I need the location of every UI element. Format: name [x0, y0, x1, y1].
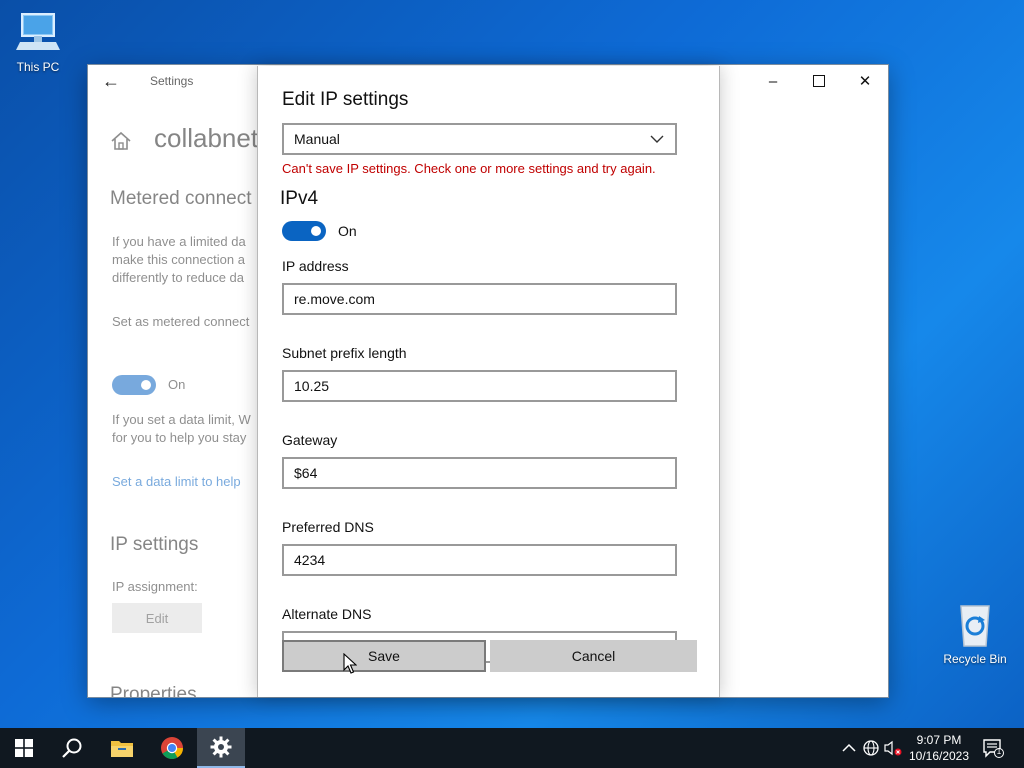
cancel-button[interactable]: Cancel — [490, 640, 697, 672]
ip-mode-dropdown[interactable]: Manual — [282, 123, 677, 155]
maximize-icon — [813, 75, 825, 87]
properties-heading: Properties — [110, 684, 197, 697]
recycle-bin-label: Recycle Bin — [943, 652, 1007, 666]
preferred-dns-input[interactable] — [282, 544, 677, 576]
set-metered-label: Set as metered connect — [112, 314, 250, 329]
metered-text-line: If you have a limited da — [112, 234, 246, 249]
minimize-button[interactable]: – — [750, 65, 796, 97]
save-button[interactable]: Save — [282, 640, 486, 672]
error-message: Can't save IP settings. Check one or mor… — [282, 161, 656, 176]
network-globe-icon[interactable] — [862, 740, 880, 756]
clock-date: 10/16/2023 — [908, 749, 970, 763]
ipv4-heading: IPv4 — [280, 188, 319, 209]
gateway-input[interactable] — [282, 457, 677, 489]
edit-ip-settings-dialog: Edit IP settings Manual Can't save IP se… — [257, 66, 720, 697]
back-arrow-icon[interactable]: ← — [102, 71, 122, 91]
ip-mode-selected: Manual — [294, 131, 340, 147]
chevron-down-icon — [650, 135, 664, 143]
ipv4-toggle[interactable] — [282, 221, 326, 241]
gear-icon — [210, 736, 232, 758]
alternate-dns-label: Alternate DNS — [282, 606, 372, 622]
preferred-dns-label: Preferred DNS — [282, 519, 374, 535]
folder-icon — [111, 741, 133, 757]
chevron-up-icon[interactable] — [840, 740, 858, 756]
maximize-button[interactable] — [796, 65, 842, 97]
ip-assignment-label: IP assignment: — [112, 579, 198, 594]
start-button[interactable] — [0, 728, 48, 768]
ip-address-input[interactable] — [282, 283, 677, 315]
settings-taskbar-button[interactable] — [197, 728, 245, 768]
close-button[interactable]: ✕ — [842, 65, 888, 97]
windows-logo-icon — [15, 739, 33, 757]
notification-count: 1 — [996, 747, 1002, 756]
dialog-title: Edit IP settings — [282, 89, 409, 110]
action-center-button[interactable]: 1 — [982, 738, 1004, 758]
mouse-cursor-icon — [343, 653, 357, 674]
page-heading: collabnet — [154, 123, 259, 153]
data-limit-link[interactable]: Set a data limit to help — [112, 474, 241, 489]
this-pc-label: This PC — [16, 60, 60, 74]
metered-toggle-label: On — [168, 377, 186, 392]
gateway-label: Gateway — [282, 432, 338, 448]
window-title: Settings — [150, 74, 194, 88]
metered-toggle[interactable] — [112, 375, 156, 395]
chrome-button[interactable] — [148, 728, 196, 768]
computer-icon — [14, 8, 62, 56]
ipv4-toggle-label: On — [338, 223, 357, 239]
ip-address-label: IP address — [282, 258, 349, 274]
recycle-bin-desktop-icon[interactable]: Recycle Bin — [939, 600, 1011, 666]
edit-button[interactable]: Edit — [112, 603, 202, 633]
taskbar: 9:07 PM 10/16/2023 1 — [0, 728, 1024, 768]
data-limit-text-line: for you to help you stay — [112, 430, 247, 445]
system-clock[interactable]: 9:07 PM 10/16/2023 — [906, 732, 972, 764]
this-pc-desktop-icon[interactable]: This PC — [2, 8, 74, 74]
metered-text-line: differently to reduce da — [112, 270, 245, 285]
subnet-prefix-input[interactable] — [282, 370, 677, 402]
clock-time: 9:07 PM — [916, 733, 962, 747]
search-icon — [62, 738, 82, 758]
chrome-icon — [161, 737, 183, 759]
search-button[interactable] — [48, 728, 96, 768]
metered-connection-heading: Metered connect — [110, 188, 252, 209]
volume-muted-icon[interactable] — [884, 740, 902, 756]
data-limit-text-line: If you set a data limit, W — [112, 412, 251, 427]
recycle-bin-icon — [951, 600, 999, 648]
subnet-prefix-label: Subnet prefix length — [282, 345, 407, 361]
metered-text-line: make this connection a — [112, 252, 245, 267]
home-icon[interactable] — [110, 130, 132, 152]
file-explorer-button[interactable] — [98, 728, 146, 768]
ip-settings-heading: IP settings — [110, 534, 199, 555]
